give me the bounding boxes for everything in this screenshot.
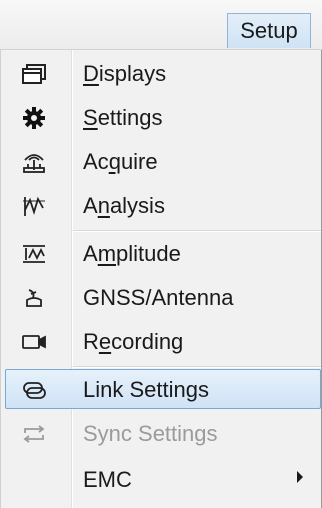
menu-item-label: Analysis <box>83 193 165 218</box>
menu-item-amplitude[interactable]: Amplitude <box>1 232 322 276</box>
menu-item-label: Settings <box>83 105 163 130</box>
gear-icon <box>19 104 49 132</box>
menu-item-emc[interactable]: EMC <box>1 458 322 502</box>
menu-item-settings[interactable]: Settings <box>1 96 322 140</box>
menu-item-label: EMC <box>83 467 132 492</box>
menu-item-gnss-antenna[interactable]: GNSS/Antenna <box>1 276 322 320</box>
menu-item-label: Recording <box>83 329 184 354</box>
menu-item-link-settings[interactable]: Link Settings <box>1 368 322 412</box>
submenu-arrow-icon <box>297 471 303 483</box>
amplitude-icon <box>19 240 49 268</box>
menu-item-displays[interactable]: Displays <box>1 52 322 96</box>
antenna-icon <box>19 284 49 312</box>
menu-bar: Setup <box>0 0 322 50</box>
app-window: Setup Displays Settings Acquire Analysis… <box>0 0 322 508</box>
camera-icon <box>19 328 49 356</box>
menu-item-label: Displays <box>83 61 167 86</box>
analysis-icon <box>19 192 49 220</box>
menu-item-recording[interactable]: Recording <box>1 320 322 364</box>
menu-item-label: Sync Settings <box>83 421 218 446</box>
menu-item-label: GNSS/Antenna <box>83 285 234 310</box>
link-icon <box>19 376 49 404</box>
menu-item-label: Amplitude <box>83 241 181 266</box>
acquire-icon <box>19 148 49 176</box>
window-icon <box>19 60 49 88</box>
menu-item-label: Link Settings <box>83 377 209 402</box>
menu-item-label: Acquire <box>83 149 158 174</box>
setup-dropdown: Displays Settings Acquire Analysis Ampli… <box>0 50 322 508</box>
menu-item-acquire[interactable]: Acquire <box>1 140 322 184</box>
menu-item-analysis[interactable]: Analysis <box>1 184 322 228</box>
sync-icon <box>19 420 49 448</box>
setup-menu[interactable]: Setup <box>227 13 311 48</box>
menu-item-sync-settings[interactable]: Sync Settings <box>1 412 322 456</box>
